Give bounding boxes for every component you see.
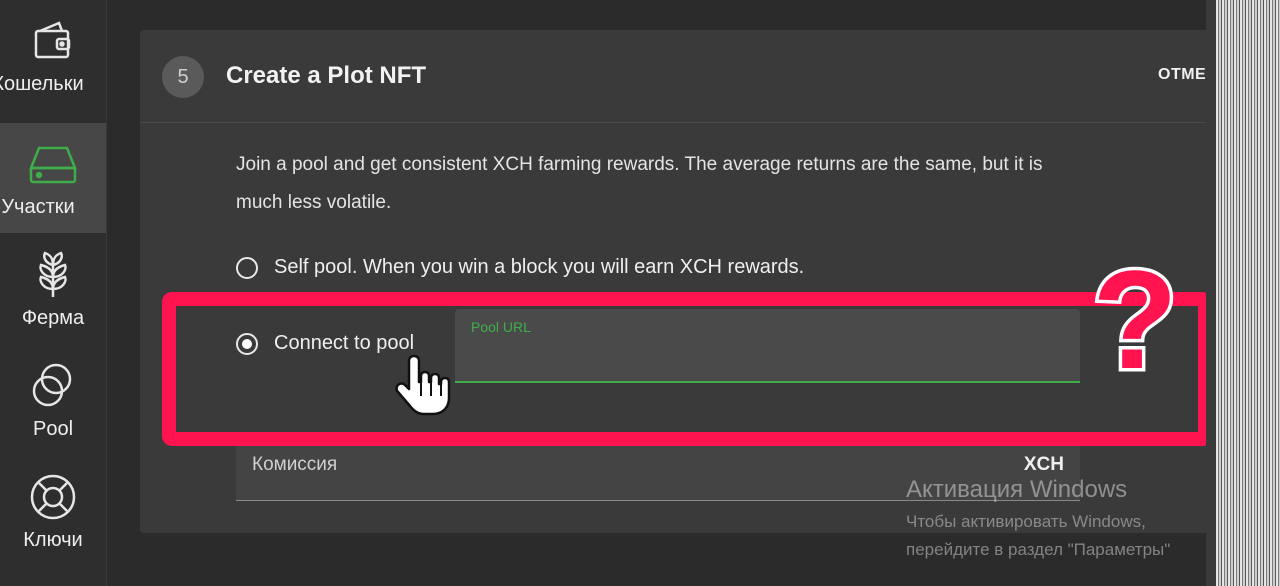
create-plot-nft-card: 5 Create a Plot NFT ОТМЕН Join a pool an…: [140, 30, 1240, 533]
self-pool-label: Self pool. When you win a block you will…: [274, 256, 805, 278]
sidebar-item-label: Ключи: [23, 528, 83, 551]
sidebar-item-farm[interactable]: Ферма: [0, 234, 106, 344]
hand-pointer-icon: [395, 354, 451, 416]
windows-watermark-line: Чтобы активировать Windows,: [906, 512, 1146, 531]
radio-button-checked[interactable]: [236, 332, 258, 355]
description-text: Join a pool and get consistent XCH farmi…: [236, 154, 1043, 213]
sidebar: Кошельки Участки Ферма Pool Ключи: [0, 0, 107, 586]
fee-label: Комиссия: [252, 454, 338, 475]
windows-watermark-line: перейдите в раздел "Параметры": [906, 540, 1171, 559]
edge-strip: [1206, 0, 1216, 586]
sidebar-item-label: Кошельки: [0, 72, 84, 95]
wallet-icon: [27, 15, 79, 67]
plant-icon: [27, 249, 79, 301]
self-pool-option[interactable]: Self pool. When you win a block you will…: [236, 256, 804, 279]
question-mark-glyph: ?: [1092, 250, 1178, 390]
lifebuoy-icon: [27, 471, 79, 523]
pool-circles-icon: [27, 360, 79, 412]
card-header: 5 Create a Plot NFT ОТМЕН: [140, 30, 1240, 123]
card-title: Create a Plot NFT: [226, 62, 427, 89]
question-mark-annotation: ?: [1089, 250, 1182, 390]
plot-drive-icon: [27, 138, 79, 190]
sidebar-item-label: Ферма: [21, 306, 85, 329]
sidebar-item-pool[interactable]: Pool: [0, 345, 106, 455]
sidebar-item-wallets[interactable]: Кошельки: [0, 0, 106, 110]
pool-url-label: Pool URL: [471, 319, 531, 335]
pool-url-input[interactable]: Pool URL: [455, 309, 1080, 383]
windows-watermark-title: Активация Windows: [906, 476, 1128, 503]
sidebar-item-plots[interactable]: Участки: [0, 123, 106, 233]
sidebar-item-label: Участки: [1, 195, 75, 218]
connect-to-pool-option[interactable]: Connect to pool: [236, 332, 414, 355]
step-number-badge: 5: [162, 56, 204, 98]
fee-unit: XCH: [1023, 454, 1064, 475]
edge-noise: [1216, 0, 1280, 586]
sidebar-item-keys[interactable]: Ключи: [0, 456, 106, 566]
radio-button-unchecked[interactable]: [236, 256, 258, 279]
sidebar-item-label: Pool: [32, 417, 74, 440]
